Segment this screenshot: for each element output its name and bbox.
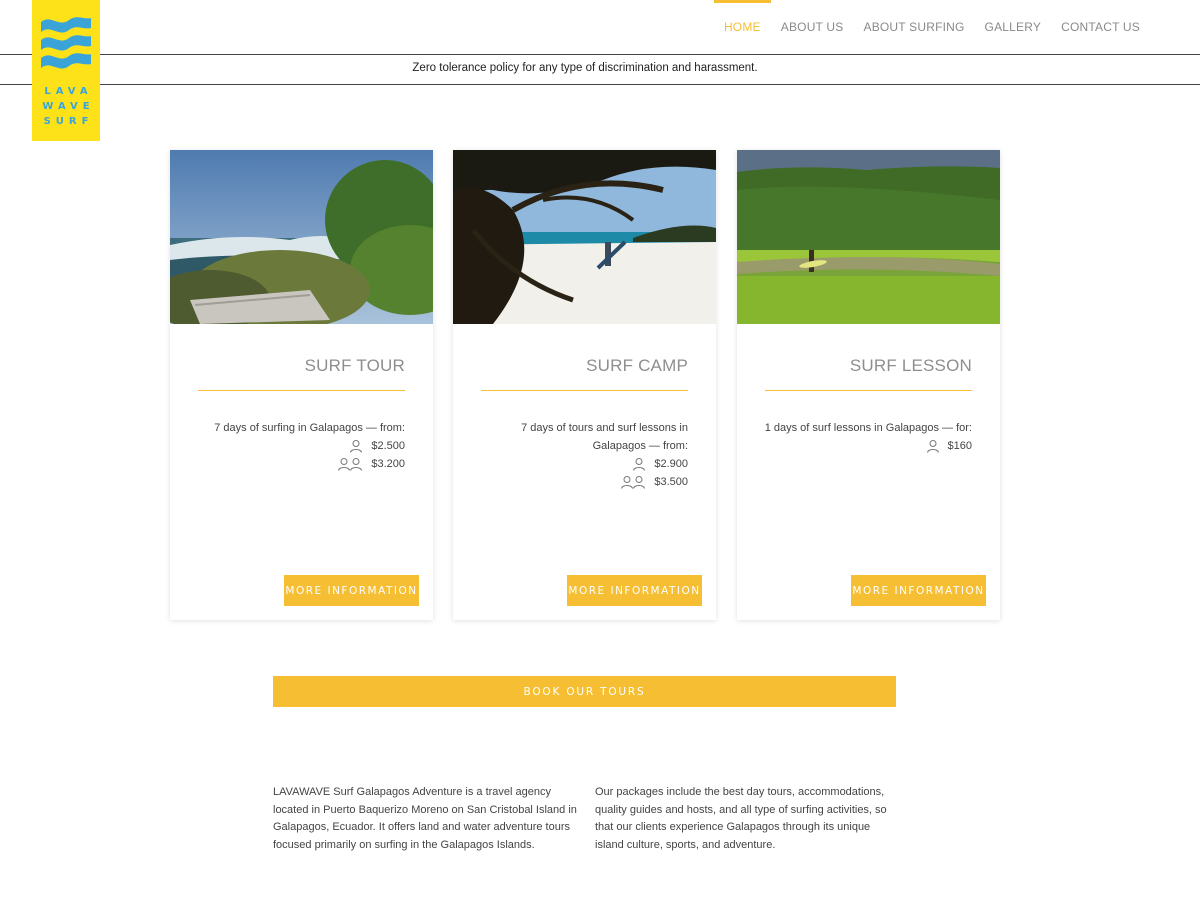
card-title: SURF CAMP <box>586 356 688 375</box>
price-single: $2.900 <box>654 458 688 470</box>
nav-about-us[interactable]: ABOUT US <box>771 0 854 54</box>
description-text: 1 days of surf lessons in Galapagos — fo… <box>764 422 972 434</box>
more-information-button[interactable]: MORE INFORMATION <box>851 575 986 606</box>
card-title: SURF TOUR <box>304 356 405 375</box>
book-our-tours-button[interactable]: BOOK OUR TOURS <box>273 676 896 707</box>
nav-gallery[interactable]: GALLERY <box>975 0 1052 54</box>
about-text-right: Our packages include the best day tours,… <box>595 786 887 851</box>
card-title: SURF LESSON <box>849 356 972 375</box>
price-single-row: $2.900 <box>478 455 688 473</box>
single-person-icon <box>633 458 646 471</box>
single-person-icon <box>926 440 939 453</box>
price-double: $3.500 <box>654 476 688 488</box>
notice-banner: Zero tolerance policy for any type of di… <box>412 62 758 74</box>
two-people-icon <box>338 458 363 471</box>
price-single: $2.500 <box>371 440 405 452</box>
surf-lesson-photo <box>737 150 1000 324</box>
price-double: $3.200 <box>371 458 405 470</box>
logo-text-line1: LAVA <box>44 86 93 97</box>
more-information-button[interactable]: MORE INFORMATION <box>567 575 702 606</box>
header-divider-top <box>0 54 1200 55</box>
description-text: 7 days of surfing in Galapagos — from: <box>214 422 405 434</box>
price-single-row: $2.500 <box>195 437 405 455</box>
card-description: 7 days of tours and surf lessons in Gala… <box>478 419 688 491</box>
more-information-button[interactable]: MORE INFORMATION <box>284 575 419 606</box>
card-description: 1 days of surf lessons in Galapagos — fo… <box>762 419 972 455</box>
price-double-row: $3.500 <box>478 473 688 491</box>
nav-home[interactable]: HOME <box>713 0 771 54</box>
card-surf-tour: SURF TOUR 7 days of surfing in Galapagos… <box>170 150 433 620</box>
logo-text-line3: SURF <box>43 116 94 127</box>
price-single-row: $160 <box>762 437 972 455</box>
about-text-left: LAVAWAVE Surf Galapagos Adventure is a t… <box>273 786 577 851</box>
card-description: 7 days of surfing in Galapagos — from: $… <box>195 419 405 473</box>
price-single: $160 <box>947 440 972 452</box>
nav-contact-us[interactable]: CONTACT US <box>1051 0 1150 54</box>
title-underline <box>765 390 972 391</box>
logo-text-line2: WAVE <box>42 101 95 112</box>
title-underline <box>481 390 688 391</box>
price-double-row: $3.200 <box>195 455 405 473</box>
surf-tour-photo <box>170 150 433 324</box>
single-person-icon <box>350 440 363 453</box>
card-surf-camp: SURF CAMP 7 days of tours and surf lesso… <box>453 150 716 620</box>
logo[interactable]: LAVA WAVE SURF <box>32 0 100 141</box>
card-surf-lesson: SURF LESSON 1 days of surf lessons in Ga… <box>737 150 1000 620</box>
description-text: 7 days of tours and surf lessons in Gala… <box>521 422 688 452</box>
two-people-icon <box>621 476 646 489</box>
nav-about-surfing[interactable]: ABOUT SURFING <box>853 0 974 54</box>
main-nav: HOME ABOUT US ABOUT SURFING GALLERY CONT… <box>713 0 1150 54</box>
header-divider-bottom <box>0 84 1200 85</box>
wave-logo-icon <box>41 17 91 69</box>
surf-camp-photo <box>453 150 716 324</box>
title-underline <box>198 390 405 391</box>
